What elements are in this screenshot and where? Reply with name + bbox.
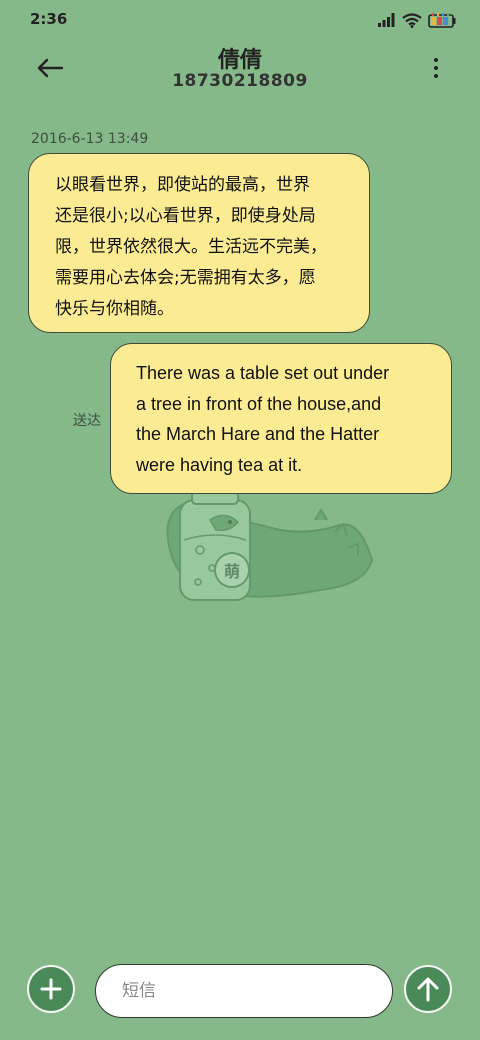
- message-line: the March Hare and the Hatter: [136, 424, 380, 444]
- status-time: 2:36: [30, 10, 68, 28]
- message-input[interactable]: [95, 964, 393, 1018]
- message-line: 以眼看世界，即使站的最高，世界: [55, 175, 310, 195]
- message-timestamp: 2016-6-13 13:49: [31, 131, 149, 147]
- send-arrow-icon: [417, 977, 439, 1002]
- message-line: 还是很小;以心看世界，即使身处局: [55, 206, 316, 226]
- contact-number: 18730218809: [172, 71, 308, 91]
- message-line: 需要用心去体会;无需拥有太多，愿: [55, 268, 316, 288]
- more-options-button[interactable]: [428, 54, 444, 82]
- wifi-icon: [402, 12, 422, 28]
- message-line: 快乐与你相随。: [55, 299, 174, 319]
- signal-icon: [378, 13, 395, 27]
- mascot-badge-text: 萌: [224, 562, 240, 581]
- contact-name: 倩倩: [217, 48, 262, 73]
- message-line: a tree in front of the house,and: [136, 393, 382, 414]
- plus-icon: [40, 978, 62, 1000]
- mascot-wallpaper: 萌: [166, 491, 374, 601]
- more-vertical-icon: [434, 58, 438, 62]
- status-icons: [378, 10, 456, 30]
- composer-bar: [0, 962, 480, 1020]
- add-attachment-button[interactable]: [27, 965, 75, 1013]
- message-line: were having tea at it.: [136, 454, 303, 475]
- message-line: There was a table set out under: [136, 363, 390, 383]
- incoming-message-bubble[interactable]: 以眼看世界，即使站的最高，世界 还是很小;以心看世界，即使身处局 限，世界依然很…: [28, 153, 370, 333]
- send-button[interactable]: [404, 965, 452, 1013]
- status-bar: 2:36: [0, 0, 480, 40]
- delivery-status: 送达: [73, 413, 101, 429]
- outgoing-message-bubble[interactable]: There was a table set out under a tree i…: [110, 343, 452, 494]
- battery-icon: [428, 13, 456, 28]
- message-line: 限，世界依然很大。生活远不完美，: [55, 237, 327, 257]
- conversation-header: 倩倩 18730218809: [0, 40, 480, 100]
